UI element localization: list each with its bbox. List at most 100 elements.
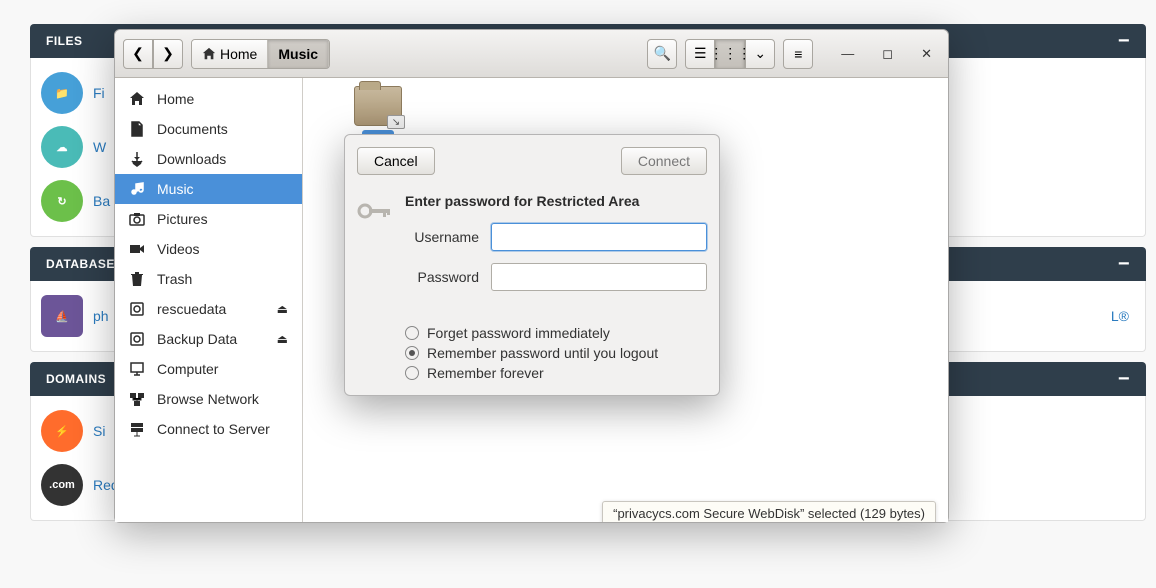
- sidebar-item-label: Documents: [157, 121, 228, 137]
- cam-icon: [129, 211, 145, 227]
- down-icon: [129, 151, 145, 167]
- sidebar-item-label: Trash: [157, 271, 192, 287]
- sidebar-item-computer[interactable]: Computer: [115, 354, 302, 384]
- window-minimize-button[interactable]: —: [841, 46, 854, 62]
- site-icon: ⚡: [41, 410, 83, 452]
- sidebar-item-trash[interactable]: Trash: [115, 264, 302, 294]
- net-icon: [129, 391, 145, 407]
- sidebar-item-label: Backup Data: [157, 331, 237, 347]
- music-icon: [129, 181, 145, 197]
- app-label: W: [93, 139, 106, 155]
- auth-dialog: Cancel Connect Enter password for Restri…: [344, 134, 720, 396]
- breadcrumb-current[interactable]: Music: [268, 40, 329, 68]
- password-input[interactable]: [491, 263, 707, 291]
- webdisk-icon: ☁: [41, 126, 83, 168]
- sidebar-item-music[interactable]: Music: [115, 174, 302, 204]
- file-manager-icon: 📁: [41, 72, 83, 114]
- app-label: Fi: [93, 85, 105, 101]
- srv-icon: [129, 421, 145, 437]
- folder-icon: ↘: [354, 86, 402, 126]
- sidebar-item-videos[interactable]: Videos: [115, 234, 302, 264]
- breadcrumb-home[interactable]: Home: [192, 40, 268, 68]
- disk-icon: [129, 331, 145, 347]
- remember-options: Forget password immediately Remember pass…: [405, 323, 707, 383]
- username-input[interactable]: [491, 223, 707, 251]
- key-icon: [357, 193, 393, 303]
- connect-button[interactable]: Connect: [621, 147, 707, 175]
- window-maximize-button[interactable]: ◻: [882, 46, 893, 62]
- breadcrumb-label: Music: [278, 46, 318, 62]
- app-label: Ba: [93, 193, 110, 209]
- disk-icon: [129, 301, 145, 317]
- remember-option[interactable]: Remember password until you logout: [405, 343, 707, 363]
- cancel-button[interactable]: Cancel: [357, 147, 435, 175]
- eject-icon[interactable]: ⏏: [277, 332, 288, 346]
- section-title: DOMAINS: [46, 372, 106, 386]
- sidebar-item-connect-to-server[interactable]: Connect to Server: [115, 414, 302, 444]
- breadcrumb-label: Home: [220, 46, 257, 62]
- radio-label: Remember password until you logout: [427, 345, 658, 361]
- sidebar-item-label: Pictures: [157, 211, 208, 227]
- sidebar-item-label: Browse Network: [157, 391, 259, 407]
- breadcrumb: Home Music: [191, 39, 330, 69]
- sidebar-item-label: Connect to Server: [157, 421, 270, 437]
- section-title: DATABASES: [46, 257, 123, 271]
- redirects-icon: .com: [41, 464, 83, 506]
- home-icon: [202, 47, 216, 61]
- sidebar-item-downloads[interactable]: Downloads: [115, 144, 302, 174]
- radio-icon: [405, 366, 419, 380]
- statusbar: “privacycs.com Secure WebDisk” selected …: [602, 501, 936, 522]
- phpmyadmin-icon: ⛵: [41, 295, 83, 337]
- radio-icon: [405, 346, 419, 360]
- pc-icon: [129, 361, 145, 377]
- search-button[interactable]: 🔍: [647, 39, 677, 69]
- view-more-button[interactable]: ⌄: [745, 39, 775, 69]
- nav-back-button[interactable]: ❮: [123, 39, 153, 69]
- radio-label: Forget password immediately: [427, 325, 610, 341]
- sidebar-item-pictures[interactable]: Pictures: [115, 204, 302, 234]
- nav-forward-button[interactable]: ❯: [153, 39, 183, 69]
- doc-icon: [129, 121, 145, 137]
- trademark-text: L®: [1111, 308, 1129, 324]
- section-title: FILES: [46, 34, 83, 48]
- remember-option[interactable]: Forget password immediately: [405, 323, 707, 343]
- eject-icon[interactable]: ⏏: [277, 302, 288, 316]
- symlink-badge-icon: ↘: [387, 115, 405, 129]
- sidebar-item-label: Computer: [157, 361, 218, 377]
- sidebar-item-label: Music: [157, 181, 194, 197]
- chevron-down-icon: ⌄: [754, 45, 766, 62]
- status-text: “privacycs.com Secure WebDisk” selected …: [613, 506, 925, 521]
- sidebar-item-label: Downloads: [157, 151, 226, 167]
- collapse-icon[interactable]: −: [1118, 259, 1130, 269]
- password-label: Password: [405, 269, 479, 285]
- sidebar-item-browse-network[interactable]: Browse Network: [115, 384, 302, 414]
- view-grid-button[interactable]: ⋮⋮⋮: [715, 39, 745, 69]
- trash-icon: [129, 271, 145, 287]
- collapse-icon[interactable]: −: [1118, 36, 1130, 46]
- list-icon: ☰: [694, 45, 707, 62]
- sidebar-item-label: Home: [157, 91, 194, 107]
- search-icon: 🔍: [654, 45, 671, 62]
- vid-icon: [129, 241, 145, 257]
- titlebar: ❮ ❯ Home Music 🔍 ☰ ⋮⋮⋮ ⌄ ≡ — ◻ ✕: [115, 30, 948, 78]
- menu-icon: ≡: [794, 46, 802, 62]
- radio-icon: [405, 326, 419, 340]
- sidebar-item-label: Videos: [157, 241, 200, 257]
- menu-button[interactable]: ≡: [783, 39, 813, 69]
- sidebar-item-rescuedata[interactable]: rescuedata ⏏: [115, 294, 302, 324]
- chevron-left-icon: ❮: [132, 45, 144, 62]
- sidebar-item-label: rescuedata: [157, 301, 226, 317]
- app-label: Si: [93, 423, 105, 439]
- username-label: Username: [405, 229, 479, 245]
- window-close-button[interactable]: ✕: [921, 46, 932, 62]
- dialog-title: Enter password for Restricted Area: [405, 193, 707, 209]
- chevron-right-icon: ❯: [162, 45, 174, 62]
- collapse-icon[interactable]: −: [1118, 374, 1130, 384]
- radio-label: Remember forever: [427, 365, 544, 381]
- home-icon: [129, 91, 145, 107]
- sidebar-item-home[interactable]: Home: [115, 84, 302, 114]
- sidebar-item-documents[interactable]: Documents: [115, 114, 302, 144]
- remember-option[interactable]: Remember forever: [405, 363, 707, 383]
- backup-icon: ↻: [41, 180, 83, 222]
- sidebar-item-backup-data[interactable]: Backup Data ⏏: [115, 324, 302, 354]
